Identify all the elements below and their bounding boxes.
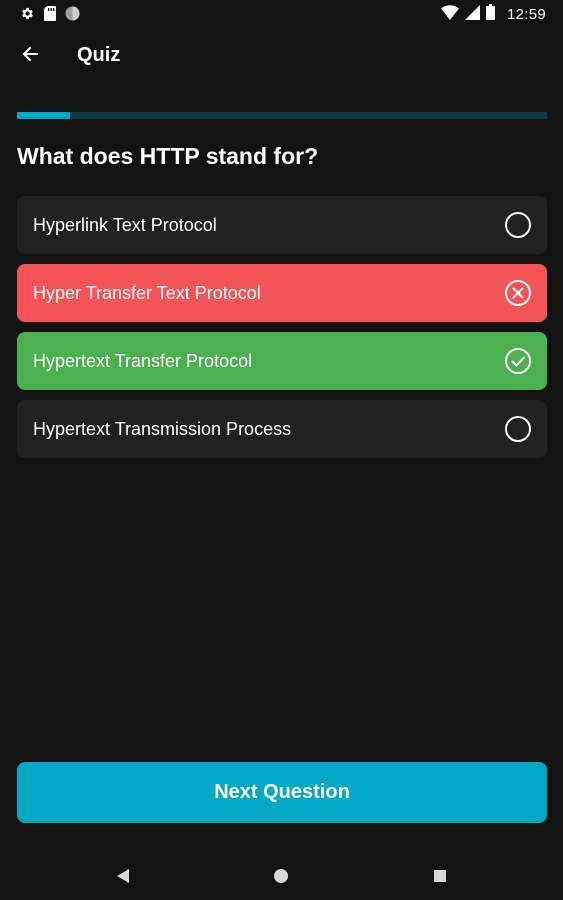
- app-bar: Quiz: [0, 28, 563, 84]
- status-time: 12:59: [506, 6, 546, 23]
- circle-icon: [65, 6, 80, 26]
- answer-option-1[interactable]: Hyperlink Text Protocol: [17, 196, 547, 254]
- radio-empty-icon: [504, 211, 532, 239]
- radio-empty-icon: [504, 415, 532, 443]
- answer-option-label: Hyperlink Text Protocol: [33, 215, 217, 235]
- answer-option-label: Hypertext Transmission Process: [33, 419, 292, 439]
- quiz-progress-bar: [17, 112, 547, 119]
- status-right-icons: 12:59: [440, 4, 546, 25]
- status-bar: 12:59: [0, 0, 563, 28]
- nav-recents-icon[interactable]: [430, 866, 450, 886]
- answer-options: Hyperlink Text Protocol Hyper Transfer T…: [17, 196, 547, 468]
- wifi-icon: [440, 4, 459, 25]
- check-circle-icon: [504, 347, 532, 375]
- gear-icon: [20, 6, 35, 26]
- nav-home-icon[interactable]: [271, 866, 291, 886]
- sd-card-icon: [44, 6, 56, 26]
- battery-icon: [485, 4, 495, 25]
- question-text: What does HTTP stand for?: [17, 143, 319, 169]
- answer-option-4[interactable]: Hypertext Transmission Process: [17, 400, 547, 458]
- signal-icon: [464, 4, 480, 25]
- status-left-icons: [20, 6, 80, 26]
- nav-back-icon[interactable]: [113, 866, 133, 886]
- x-circle-icon: [504, 279, 532, 307]
- answer-option-2[interactable]: Hyper Transfer Text Protocol: [17, 264, 547, 322]
- arrow-back-icon: [20, 44, 40, 69]
- answer-option-label: Hypertext Transfer Protocol: [33, 351, 253, 371]
- page-title: Quiz: [77, 44, 121, 66]
- answer-option-label: Hyper Transfer Text Protocol: [33, 283, 261, 303]
- answer-option-3[interactable]: Hypertext Transfer Protocol: [17, 332, 547, 390]
- system-nav-bar: [0, 850, 563, 900]
- next-question-button[interactable]: Next Question: [17, 762, 547, 823]
- quiz-progress-fill: [17, 112, 70, 119]
- back-button[interactable]: [14, 42, 46, 70]
